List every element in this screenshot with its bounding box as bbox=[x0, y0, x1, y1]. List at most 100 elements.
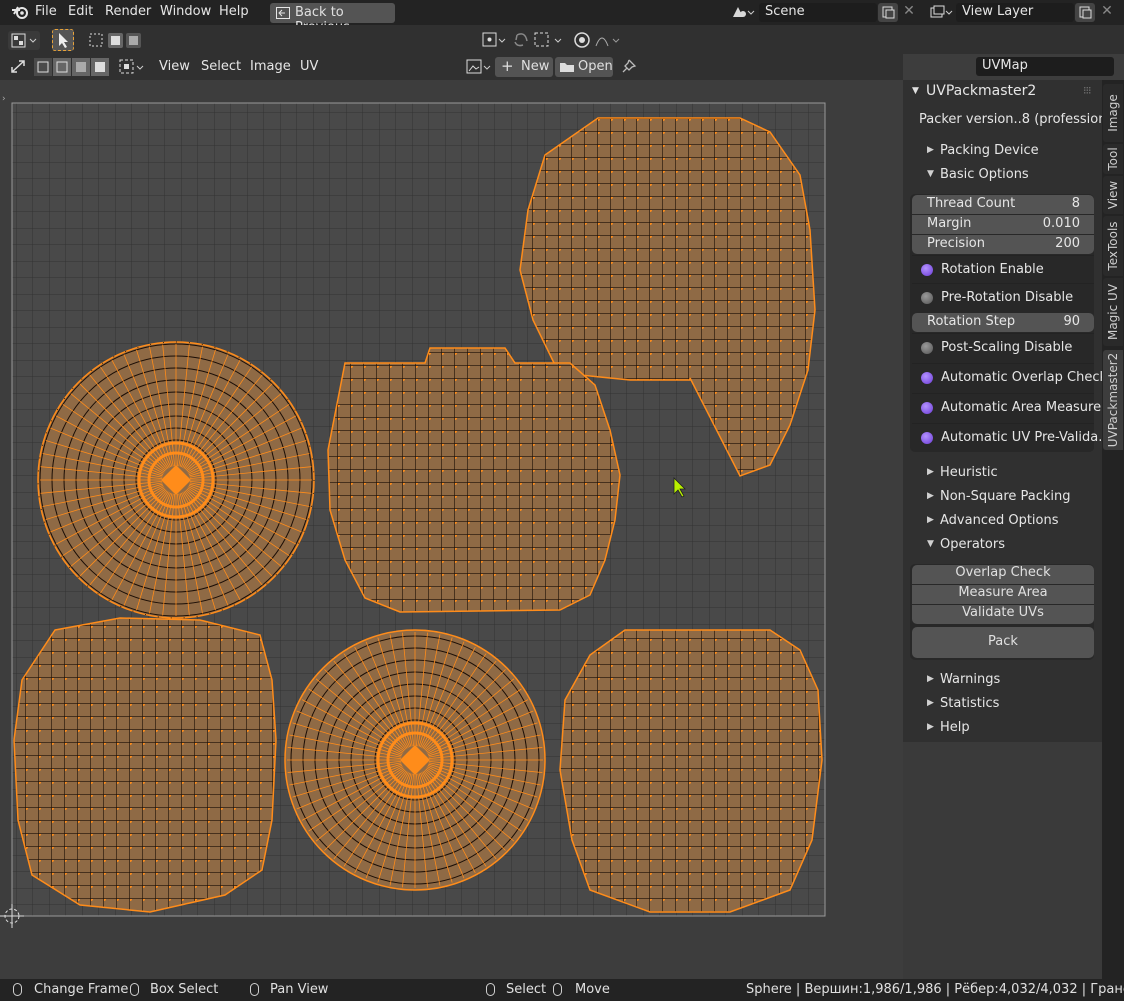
precision-field[interactable]: Precision 200 bbox=[912, 235, 1094, 254]
margin-field[interactable]: Margin 0.010 bbox=[912, 215, 1094, 234]
advanced-options-label: Advanced Options bbox=[940, 513, 1059, 528]
rotation-step-field[interactable]: Rotation Step 90 bbox=[912, 313, 1094, 332]
subpanel-statistics[interactable]: ▶ Statistics bbox=[903, 693, 1102, 715]
status-select: Select bbox=[506, 982, 547, 997]
auto-overlap-check-checkbox[interactable]: Automatic Overlap Check bbox=[912, 363, 1107, 392]
tab-textools[interactable]: TexTools bbox=[1103, 216, 1123, 276]
checkbox-on-icon bbox=[921, 432, 933, 444]
select-tool-icon[interactable] bbox=[52, 29, 74, 51]
subpanel-help[interactable]: ▶ Help bbox=[903, 717, 1102, 739]
non-square-packing-label: Non-Square Packing bbox=[940, 489, 1071, 504]
scene-type-icon[interactable] bbox=[729, 3, 757, 22]
rotation-step-value: 90 bbox=[1063, 314, 1080, 329]
pack-button[interactable]: Pack bbox=[912, 627, 1094, 658]
panel-header-uvpackmaster[interactable]: ▼ UVPackmaster2 ⁝⁝⁝ bbox=[903, 81, 1102, 103]
expand-triangle-icon: ▶ bbox=[927, 145, 934, 155]
image-browse-icon[interactable] bbox=[465, 57, 495, 77]
open-image-button[interactable]: Open bbox=[555, 57, 613, 77]
pivot-and-sync-icons[interactable] bbox=[480, 30, 568, 50]
editor-type-icon[interactable] bbox=[8, 31, 40, 50]
uv-menu-image[interactable]: Image bbox=[250, 59, 291, 74]
uvmap-field[interactable]: UVMap bbox=[976, 57, 1114, 76]
thread-count-field[interactable]: Thread Count 8 bbox=[912, 195, 1094, 214]
uv-menu-uv[interactable]: UV bbox=[300, 59, 318, 74]
status-scene-stats: Sphere | Вершин:1,986/1,986 | Рёбер:4,03… bbox=[746, 982, 1124, 997]
uv-island-6[interactable] bbox=[284, 629, 546, 891]
overlap-check-button[interactable]: Overlap Check bbox=[912, 565, 1094, 584]
uv-menu-select[interactable]: Select bbox=[201, 59, 241, 74]
subpanel-packing-device[interactable]: ▶ Packing Device bbox=[903, 140, 1102, 162]
scene-copy-icon[interactable] bbox=[878, 3, 898, 22]
pre-rotation-disable-checkbox[interactable]: Pre-Rotation Disable bbox=[912, 283, 1094, 312]
uv-island-3[interactable] bbox=[13, 617, 277, 913]
auto-uv-prevalidate-checkbox[interactable]: Automatic UV Pre-Valida.. bbox=[912, 423, 1107, 452]
subpanel-operators[interactable]: ▼ Operators bbox=[903, 534, 1102, 556]
scene-close-icon[interactable]: ✕ bbox=[900, 3, 918, 22]
proportional-edit-icons[interactable] bbox=[572, 30, 624, 50]
subpanel-basic-options[interactable]: ▼ Basic Options bbox=[903, 164, 1102, 186]
tab-view[interactable]: View bbox=[1103, 176, 1123, 214]
menu-render[interactable]: Render bbox=[105, 4, 151, 19]
uvmap-name: UVMap bbox=[982, 58, 1028, 73]
subpanel-heuristic[interactable]: ▶ Heuristic bbox=[903, 462, 1102, 484]
tab-magic-uv[interactable]: Magic UV bbox=[1103, 278, 1123, 346]
folder-icon bbox=[560, 63, 574, 72]
selection-mode-icons[interactable] bbox=[89, 32, 143, 50]
sticky-mode-icon[interactable] bbox=[118, 57, 148, 77]
auto-uv-prevalidate-label: Automatic UV Pre-Valida.. bbox=[941, 430, 1107, 445]
toolbar-expand-icon[interactable]: › bbox=[2, 94, 6, 104]
expand-triangle-icon: ▶ bbox=[927, 698, 934, 708]
back-to-previous-button[interactable]: Back to Previous bbox=[270, 3, 395, 35]
menu-window[interactable]: Window bbox=[160, 4, 211, 19]
menu-edit[interactable]: Edit bbox=[68, 4, 93, 19]
auto-overlap-check-label: Automatic Overlap Check bbox=[941, 370, 1108, 385]
uv-menu-view[interactable]: View bbox=[159, 59, 190, 74]
subpanel-warnings[interactable]: ▶ Warnings bbox=[903, 669, 1102, 691]
tab-tool[interactable]: Tool bbox=[1103, 144, 1123, 174]
tab-image[interactable]: Image bbox=[1103, 84, 1123, 142]
thread-count-label: Thread Count bbox=[927, 196, 1016, 211]
tab-tool-label: Tool bbox=[1106, 147, 1120, 171]
panel-title: UVPackmaster2 bbox=[926, 83, 1037, 99]
menu-help[interactable]: Help bbox=[219, 4, 249, 19]
uv-sync-icon[interactable] bbox=[8, 57, 30, 77]
subpanel-advanced-options[interactable]: ▶ Advanced Options bbox=[903, 510, 1102, 532]
collapse-triangle-icon: ▼ bbox=[912, 86, 919, 96]
view-layer-close-icon[interactable]: ✕ bbox=[1098, 3, 1116, 22]
auto-area-measure-checkbox[interactable]: Automatic Area Measure.. bbox=[912, 393, 1109, 422]
mouse-left-icon bbox=[13, 983, 22, 996]
post-scaling-disable-checkbox[interactable]: Post-Scaling Disable bbox=[912, 333, 1094, 362]
view-layer-field[interactable]: View Layer bbox=[956, 3, 1074, 22]
thread-count-value: 8 bbox=[1071, 196, 1080, 211]
blender-logo-icon[interactable] bbox=[11, 4, 29, 20]
uv-island-4[interactable] bbox=[559, 629, 823, 913]
uv-viewport[interactable]: › bbox=[0, 80, 903, 979]
uv-select-mode-icons[interactable] bbox=[34, 58, 110, 76]
scene-name-field[interactable]: Scene bbox=[759, 3, 877, 22]
precision-label: Precision bbox=[927, 236, 986, 251]
expand-triangle-icon: ▶ bbox=[927, 674, 934, 684]
mouse-left-icon bbox=[486, 983, 495, 996]
view-layer-icon[interactable] bbox=[928, 3, 954, 22]
uv-island-2[interactable] bbox=[327, 347, 621, 613]
tab-view-label: View bbox=[1106, 180, 1120, 210]
uv-canvas[interactable] bbox=[0, 80, 903, 979]
uv-island-5[interactable] bbox=[37, 341, 315, 619]
heuristic-label: Heuristic bbox=[940, 465, 998, 480]
validate-uvs-button[interactable]: Validate UVs bbox=[912, 605, 1094, 624]
checkbox-on-icon bbox=[921, 264, 933, 276]
new-image-button[interactable]: + New bbox=[495, 57, 553, 77]
view-layer-copy-icon[interactable] bbox=[1075, 3, 1095, 22]
status-bar: Change Frame Box Select Pan View Select … bbox=[0, 979, 1124, 1001]
scene-name: Scene bbox=[765, 4, 805, 19]
pin-icon[interactable] bbox=[620, 57, 640, 77]
tab-uvpackmaster2[interactable]: UVPackmaster2 bbox=[1103, 350, 1123, 450]
collapse-triangle-icon: ▼ bbox=[927, 169, 934, 179]
measure-area-button[interactable]: Measure Area bbox=[912, 585, 1094, 604]
help-label: Help bbox=[940, 720, 970, 735]
subpanel-non-square-packing[interactable]: ▶ Non-Square Packing bbox=[903, 486, 1102, 508]
status-pan-view: Pan View bbox=[270, 982, 329, 997]
drag-handle-icon[interactable]: ⁝⁝⁝ bbox=[1083, 84, 1091, 97]
rotation-enable-checkbox[interactable]: Rotation Enable bbox=[912, 255, 1094, 284]
menu-file[interactable]: File bbox=[35, 4, 57, 19]
